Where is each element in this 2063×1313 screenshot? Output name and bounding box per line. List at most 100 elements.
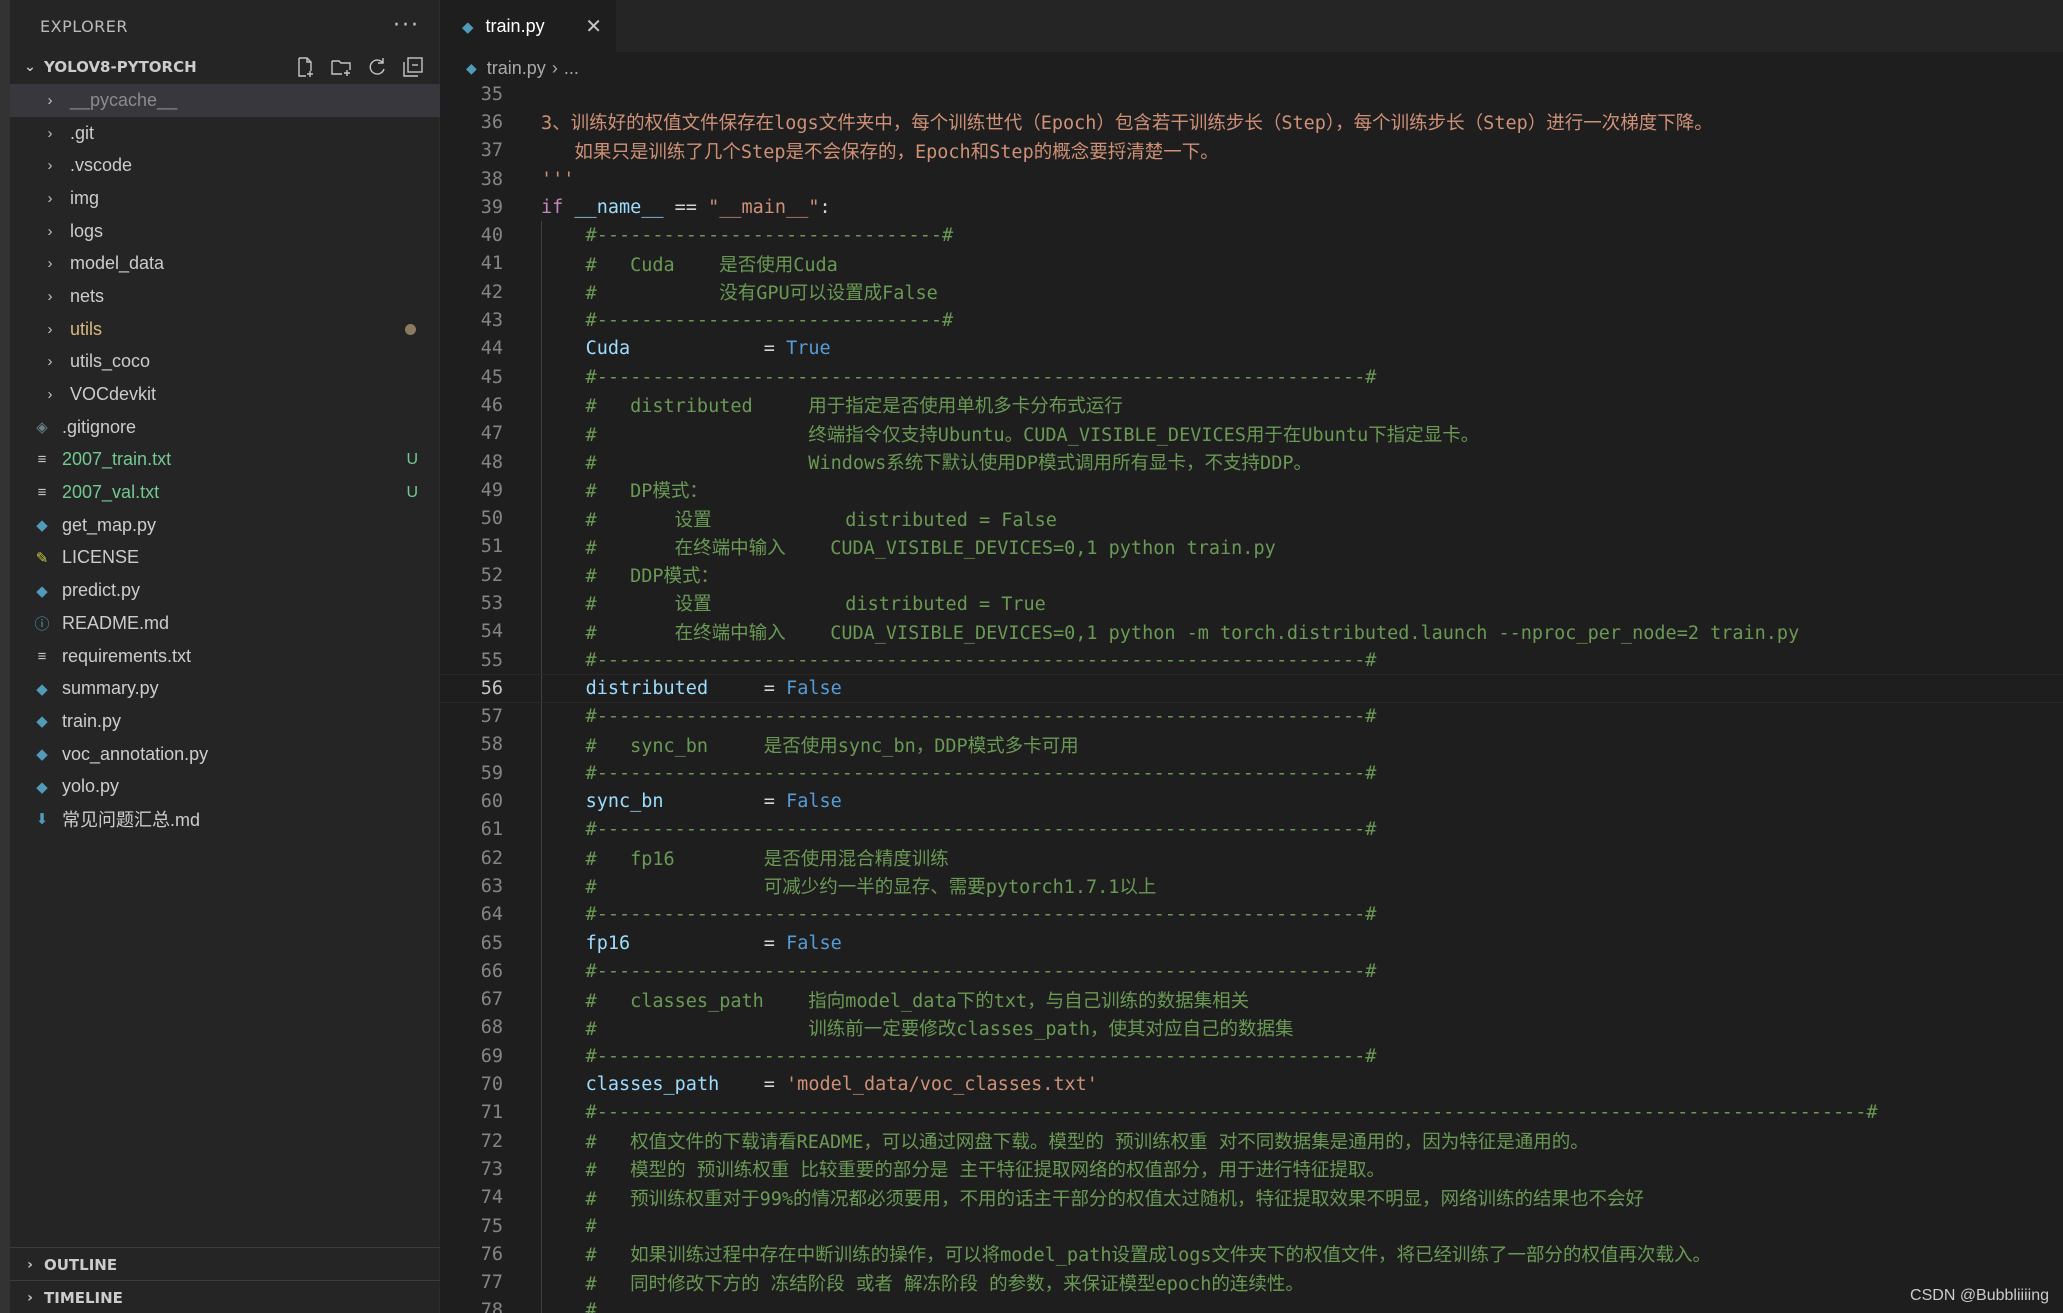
- more-actions-icon[interactable]: ···: [393, 15, 420, 37]
- code-token: #-------------------------------#: [541, 310, 954, 332]
- folder-item[interactable]: › utils_coco: [10, 346, 440, 379]
- editor-area: ◆ train.py ✕ ◆ train.py › ... 35 36 3、训练好的…: [440, 0, 2063, 1313]
- tree-item-label: 常见问题汇总.md: [62, 810, 201, 831]
- tree-item-label: .git: [70, 122, 95, 143]
- code-line: 58 # sync_bn 是否使用sync_bn，DDP模式多卡可用: [440, 730, 2063, 760]
- code-line: 73 # 模型的 预训练权重 比较重要的部分是 主干特征提取网络的权值部分，用于…: [440, 1155, 2063, 1184]
- folder-item[interactable]: › VOCdevkit: [10, 378, 440, 411]
- code-line: 64 #------------------------------------…: [440, 900, 2063, 929]
- file-item[interactable]: ◈ .gitignore: [10, 411, 440, 444]
- folder-item[interactable]: › utils: [10, 313, 440, 346]
- code-token: #---------------------------------------…: [541, 904, 1377, 926]
- code-text: #: [541, 1300, 597, 1313]
- collapse-all-icon[interactable]: [400, 54, 426, 80]
- activity-bar: [0, 0, 10, 1313]
- file-tree: › __pycache__ › .git › .vscode › img › logs › model…: [10, 84, 440, 836]
- folder-item[interactable]: › model_data: [10, 247, 440, 280]
- code-line: 36 3、训练好的权值文件保存在logs文件夹中，每个训练世代（Epoch）包含若…: [440, 108, 2063, 136]
- code-token: # distributed 用于指定是否使用单机多卡分布式运行: [541, 396, 1123, 418]
- code-line: 55 #------------------------------------…: [440, 645, 2063, 675]
- line-number: 49: [480, 479, 503, 501]
- file-item[interactable]: ◆ summary.py: [10, 672, 440, 705]
- code-line: 69 #------------------------------------…: [440, 1042, 2063, 1071]
- text-file-icon: ≡: [37, 484, 47, 502]
- file-item[interactable]: ≡ 2007_val.txt U: [10, 476, 440, 509]
- code-line: 39 if __name__ == "__main__":: [440, 193, 2063, 221]
- code-text: # 设置 distributed = True: [541, 590, 1046, 616]
- line-number: 37: [480, 140, 503, 162]
- code-line: 71 #------------------------------------…: [440, 1098, 2063, 1127]
- outline-section-header[interactable]: › OUTLINE: [10, 1247, 440, 1281]
- line-number: 66: [480, 960, 503, 982]
- folder-item[interactable]: › img: [10, 182, 440, 215]
- chevron-right-icon: ›: [27, 1289, 33, 1306]
- line-number: 78: [480, 1300, 503, 1313]
- folder-item[interactable]: › logs: [10, 215, 440, 248]
- folder-item[interactable]: › .git: [10, 117, 440, 150]
- tree-item-label: LICENSE: [62, 547, 140, 568]
- code-token: # DDP模式：: [541, 566, 720, 588]
- code-line: 62 # fp16 是否使用混合精度训练: [440, 844, 2063, 873]
- code-text: # 模型的 预训练权重 比较重要的部分是 主干特征提取网络的权值部分，用于进行特…: [541, 1156, 1385, 1182]
- breadcrumb-symbol[interactable]: ...: [564, 58, 579, 79]
- python-file-icon: ◆: [462, 17, 474, 36]
- timeline-section-header[interactable]: › TIMELINE: [10, 1280, 440, 1313]
- code-text: # 权值文件的下载请看README，可以通过网盘下载。模型的 预训练权重 对不同…: [541, 1128, 1589, 1154]
- code-token: if: [541, 196, 564, 218]
- folder-item[interactable]: › __pycache__: [10, 84, 440, 117]
- tree-item-label: logs: [70, 220, 104, 241]
- code-line: 63 # 可减少约一半的显存、需要pytorch1.7.1以上: [440, 872, 2063, 901]
- line-number: 51: [480, 536, 503, 558]
- code-token: # 训练前一定要修改classes_path，使其对应自己的数据集: [541, 1018, 1294, 1040]
- code-text: # 在终端中输入 CUDA_VISIBLE_DEVICES=0,1 python…: [541, 534, 1276, 560]
- file-item[interactable]: ◆ get_map.py: [10, 509, 440, 542]
- code-text: distributed = False: [541, 678, 842, 699]
- code-line: 57 #------------------------------------…: [440, 702, 2063, 731]
- line-number: 42: [480, 281, 503, 303]
- folder-item[interactable]: › .vscode: [10, 149, 440, 182]
- line-number: 35: [480, 83, 503, 105]
- line-number: 50: [480, 508, 503, 530]
- line-number: 43: [480, 310, 503, 332]
- file-item[interactable]: ≡ 2007_train.txt U: [10, 444, 440, 477]
- file-item[interactable]: ◆ voc_annotation.py: [10, 738, 440, 771]
- code-token: # 预训练权重对于99%的情况都必须要用，不用的话主干部分的权值太过随机，特征提…: [541, 1188, 1645, 1210]
- code-text: #---------------------------------------…: [541, 367, 1377, 388]
- tab-train-py[interactable]: ◆ train.py ✕: [440, 0, 616, 52]
- code-line: 51 # 在终端中输入 CUDA_VISIBLE_DEVICES=0,1 pyt…: [440, 532, 2063, 562]
- tree-item-label: voc_annotation.py: [62, 743, 209, 764]
- new-folder-icon[interactable]: [328, 54, 354, 80]
- file-item[interactable]: ✎ LICENSE: [10, 542, 440, 575]
- tree-item-label: VOCdevkit: [70, 384, 157, 405]
- file-item[interactable]: ◆ predict.py: [10, 574, 440, 607]
- code-line: 49 # DP模式：: [440, 476, 2063, 505]
- new-file-icon[interactable]: [292, 54, 318, 80]
- code-token: #---------------------------------------…: [541, 1045, 1377, 1067]
- refresh-icon[interactable]: [364, 54, 390, 80]
- line-number: 55: [480, 649, 503, 671]
- breadcrumb-file[interactable]: train.py: [487, 58, 546, 79]
- code-line: 53 # 设置 distributed = True: [440, 589, 2063, 618]
- code-token: sync_bn: [585, 791, 664, 813]
- file-item[interactable]: ⓘ README.md: [10, 607, 440, 640]
- file-item[interactable]: ◆ yolo.py: [10, 770, 440, 803]
- code-editor[interactable]: 35 36 3、训练好的权值文件保存在logs文件夹中，每个训练世代（Epoch）包…: [440, 80, 2063, 1313]
- close-icon[interactable]: ✕: [585, 14, 602, 38]
- code-text: # Windows系统下默认使用DP模式调用所有显卡，不支持DDP。: [541, 449, 1312, 475]
- code-line: 35: [440, 80, 2063, 108]
- file-item[interactable]: ◆ train.py: [10, 705, 440, 738]
- file-item[interactable]: ≡ requirements.txt: [10, 640, 440, 673]
- line-number: 59: [480, 762, 503, 784]
- tree-item-label: model_data: [70, 253, 165, 274]
- line-number: 62: [480, 847, 503, 869]
- folder-item[interactable]: › nets: [10, 280, 440, 313]
- code-token: # 终端指令仅支持Ubuntu。CUDA_VISIBLE_DEVICES用于在U…: [541, 424, 1480, 446]
- code-line: 75 #: [440, 1211, 2063, 1241]
- tab-label: train.py: [485, 16, 545, 36]
- file-item[interactable]: ⬇ 常见问题汇总.md: [10, 803, 440, 836]
- project-section-header[interactable]: ⌄ YOLOV8-PYTORCH: [10, 50, 440, 84]
- code-text: #---------------------------------------…: [541, 819, 1377, 840]
